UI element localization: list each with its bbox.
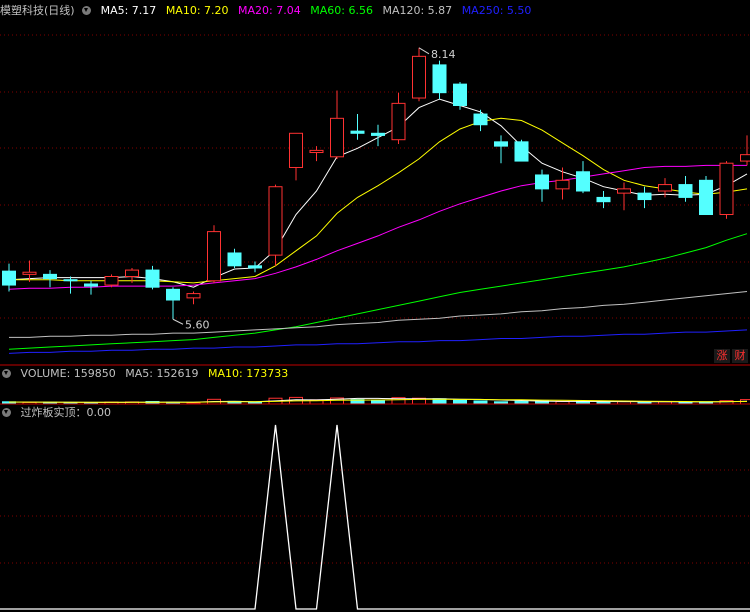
candle-down: [350, 130, 365, 134]
candle-up: [719, 162, 734, 216]
volume-header: VOLUME: 159850 MA5: 152619 MA10: 173733: [0, 366, 294, 382]
indicator-series: [0, 424, 750, 610]
volume-bars: [2, 396, 750, 405]
ma5-value: MA5: 7.17: [100, 4, 157, 17]
candle-up: [289, 132, 303, 168]
candle-up: [268, 186, 283, 256]
ma-line-ma250: [8, 329, 748, 354]
cai-button[interactable]: 财: [732, 349, 748, 363]
indicator-line: [0, 424, 750, 610]
candle-down: [514, 141, 529, 162]
ma20-value: MA20: 7.04: [238, 4, 301, 17]
candle-up: [309, 149, 324, 154]
ma250-value: MA250: 5.50: [461, 4, 532, 17]
candle-down: [43, 273, 57, 280]
dropdown-icon[interactable]: [2, 369, 11, 378]
ma-line-ma120: [9, 291, 748, 338]
volume-ma10-value: MA10: 173733: [207, 367, 289, 380]
candle-down: [576, 171, 590, 192]
grid-lines: [0, 34, 750, 564]
ma10-value: MA10: 7.20: [165, 4, 229, 17]
candle-down: [371, 132, 385, 136]
volume-bar: [453, 399, 467, 405]
candle-down: [535, 174, 549, 190]
candle-up: [412, 55, 426, 99]
candle-up: [555, 179, 570, 190]
candle-up: [207, 231, 221, 282]
dropdown-icon[interactable]: [82, 6, 92, 15]
high-price-label: 8.14: [431, 48, 456, 61]
candle-up: [658, 184, 672, 192]
candle-up: [740, 154, 750, 162]
candle-up: [22, 271, 37, 275]
candle-down: [227, 252, 242, 267]
ma-line-ma60: [8, 233, 748, 350]
candle-up: [186, 293, 201, 299]
indicator-header: 过炸板实顶：0.00: [0, 405, 117, 421]
ma60-value: MA60: 6.56: [310, 4, 373, 17]
low-marker-line: [172, 318, 184, 325]
candle-down: [637, 192, 652, 201]
indicator-value: 过炸板实顶：0.00: [20, 406, 112, 419]
candle-down: [248, 265, 262, 269]
dropdown-icon[interactable]: [2, 408, 11, 417]
candle-down: [432, 64, 447, 94]
ma120-value: MA120: 5.87: [382, 4, 453, 17]
candle-up: [330, 117, 344, 158]
candle-down: [166, 288, 180, 301]
candle-down: [63, 279, 78, 282]
candle-up: [104, 276, 119, 286]
candle-down: [2, 270, 16, 286]
low-price-label: 5.60: [185, 318, 210, 331]
candle-down: [453, 83, 467, 106]
stock-title[interactable]: 模塑科技(日线): [0, 4, 75, 17]
zhang-button[interactable]: 涨: [714, 349, 730, 363]
candle-up: [125, 269, 139, 277]
volume-ma5-value: MA5: 152619: [125, 367, 199, 380]
candle-up: [617, 188, 631, 194]
main-chart-header: 模塑科技(日线) MA5: 7.17 MA10: 7.20 MA20: 7.04…: [0, 3, 537, 19]
candle-down: [84, 283, 98, 287]
candle-down: [145, 269, 160, 288]
candle-down: [699, 179, 713, 216]
candle-down: [596, 196, 611, 203]
chart-canvas[interactable]: 8.14 5.60: [0, 0, 750, 612]
high-marker-line: [418, 47, 430, 55]
candle-down: [678, 184, 693, 198]
candle-up: [391, 102, 406, 141]
volume-value: VOLUME: 159850: [20, 367, 116, 380]
candle-down: [494, 141, 508, 147]
volume-bar: [371, 399, 385, 405]
candle-down: [473, 113, 488, 126]
